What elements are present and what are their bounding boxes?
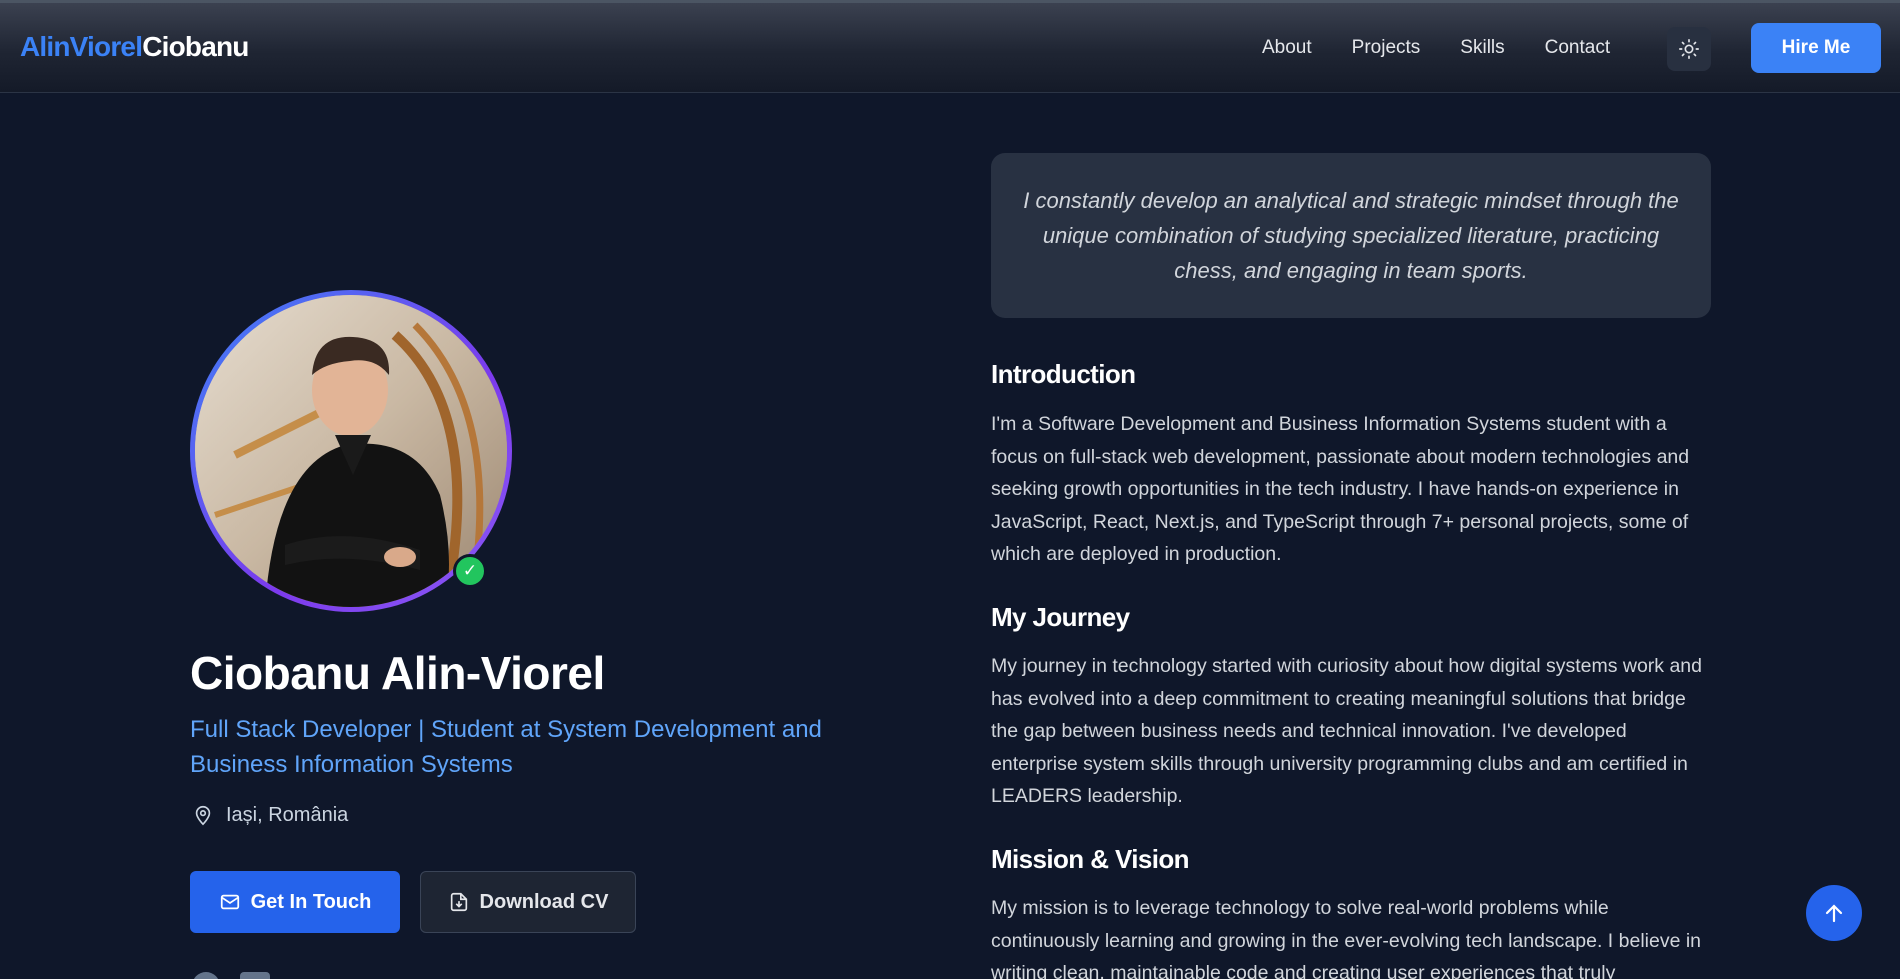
get-in-touch-label: Get In Touch — [250, 890, 372, 913]
profile-subtitle: Full Stack Developer | Student at System… — [190, 716, 822, 778]
profile-name: Ciobanu Alin-Viorel — [190, 647, 605, 699]
site-header: AlinViorelCiobanu About Projects Skills … — [0, 3, 1900, 93]
verified-badge-icon: ✓ — [453, 554, 487, 588]
sun-icon — [1679, 39, 1699, 59]
mail-icon — [220, 894, 239, 910]
nav-link-skills[interactable]: Skills — [1460, 37, 1504, 59]
journey-heading: My Journey — [991, 602, 1130, 632]
quote-card: I constantly develop an analytical and s… — [991, 153, 1711, 318]
arrow-up-icon — [1825, 904, 1843, 923]
download-cv-label: Download CV — [479, 890, 609, 913]
journey-text: My journey in technology started with cu… — [991, 655, 1702, 807]
location: Iași, România — [192, 803, 348, 827]
main-nav: About Projects Skills Contact — [1262, 37, 1650, 59]
introduction-text: I'm a Software Development and Business … — [991, 413, 1690, 565]
logo-first-name: AlinViorel — [20, 31, 143, 62]
nav-link-contact[interactable]: Contact — [1545, 37, 1610, 59]
mission-text: My mission is to leverage technology to … — [991, 897, 1702, 979]
get-in-touch-button[interactable]: Get In Touch — [190, 871, 400, 933]
mission-heading: Mission & Vision — [991, 844, 1190, 874]
logo-last-name: Ciobanu — [142, 31, 249, 62]
theme-toggle-button[interactable] — [1667, 27, 1711, 71]
site-logo[interactable]: AlinViorelCiobanu — [20, 31, 249, 63]
linkedin-icon[interactable] — [240, 972, 270, 979]
location-text: Iași, România — [226, 803, 349, 826]
nav-link-projects[interactable]: Projects — [1352, 37, 1421, 59]
scroll-to-top-button[interactable] — [1806, 885, 1862, 941]
introduction-heading: Introduction — [991, 359, 1136, 389]
file-download-icon — [450, 892, 467, 912]
github-icon[interactable] — [192, 972, 220, 979]
hire-me-button[interactable]: Hire Me — [1751, 23, 1881, 73]
nav-link-about[interactable]: About — [1262, 37, 1312, 59]
map-pin-icon — [195, 805, 211, 826]
download-cv-button[interactable]: Download CV — [420, 871, 636, 933]
